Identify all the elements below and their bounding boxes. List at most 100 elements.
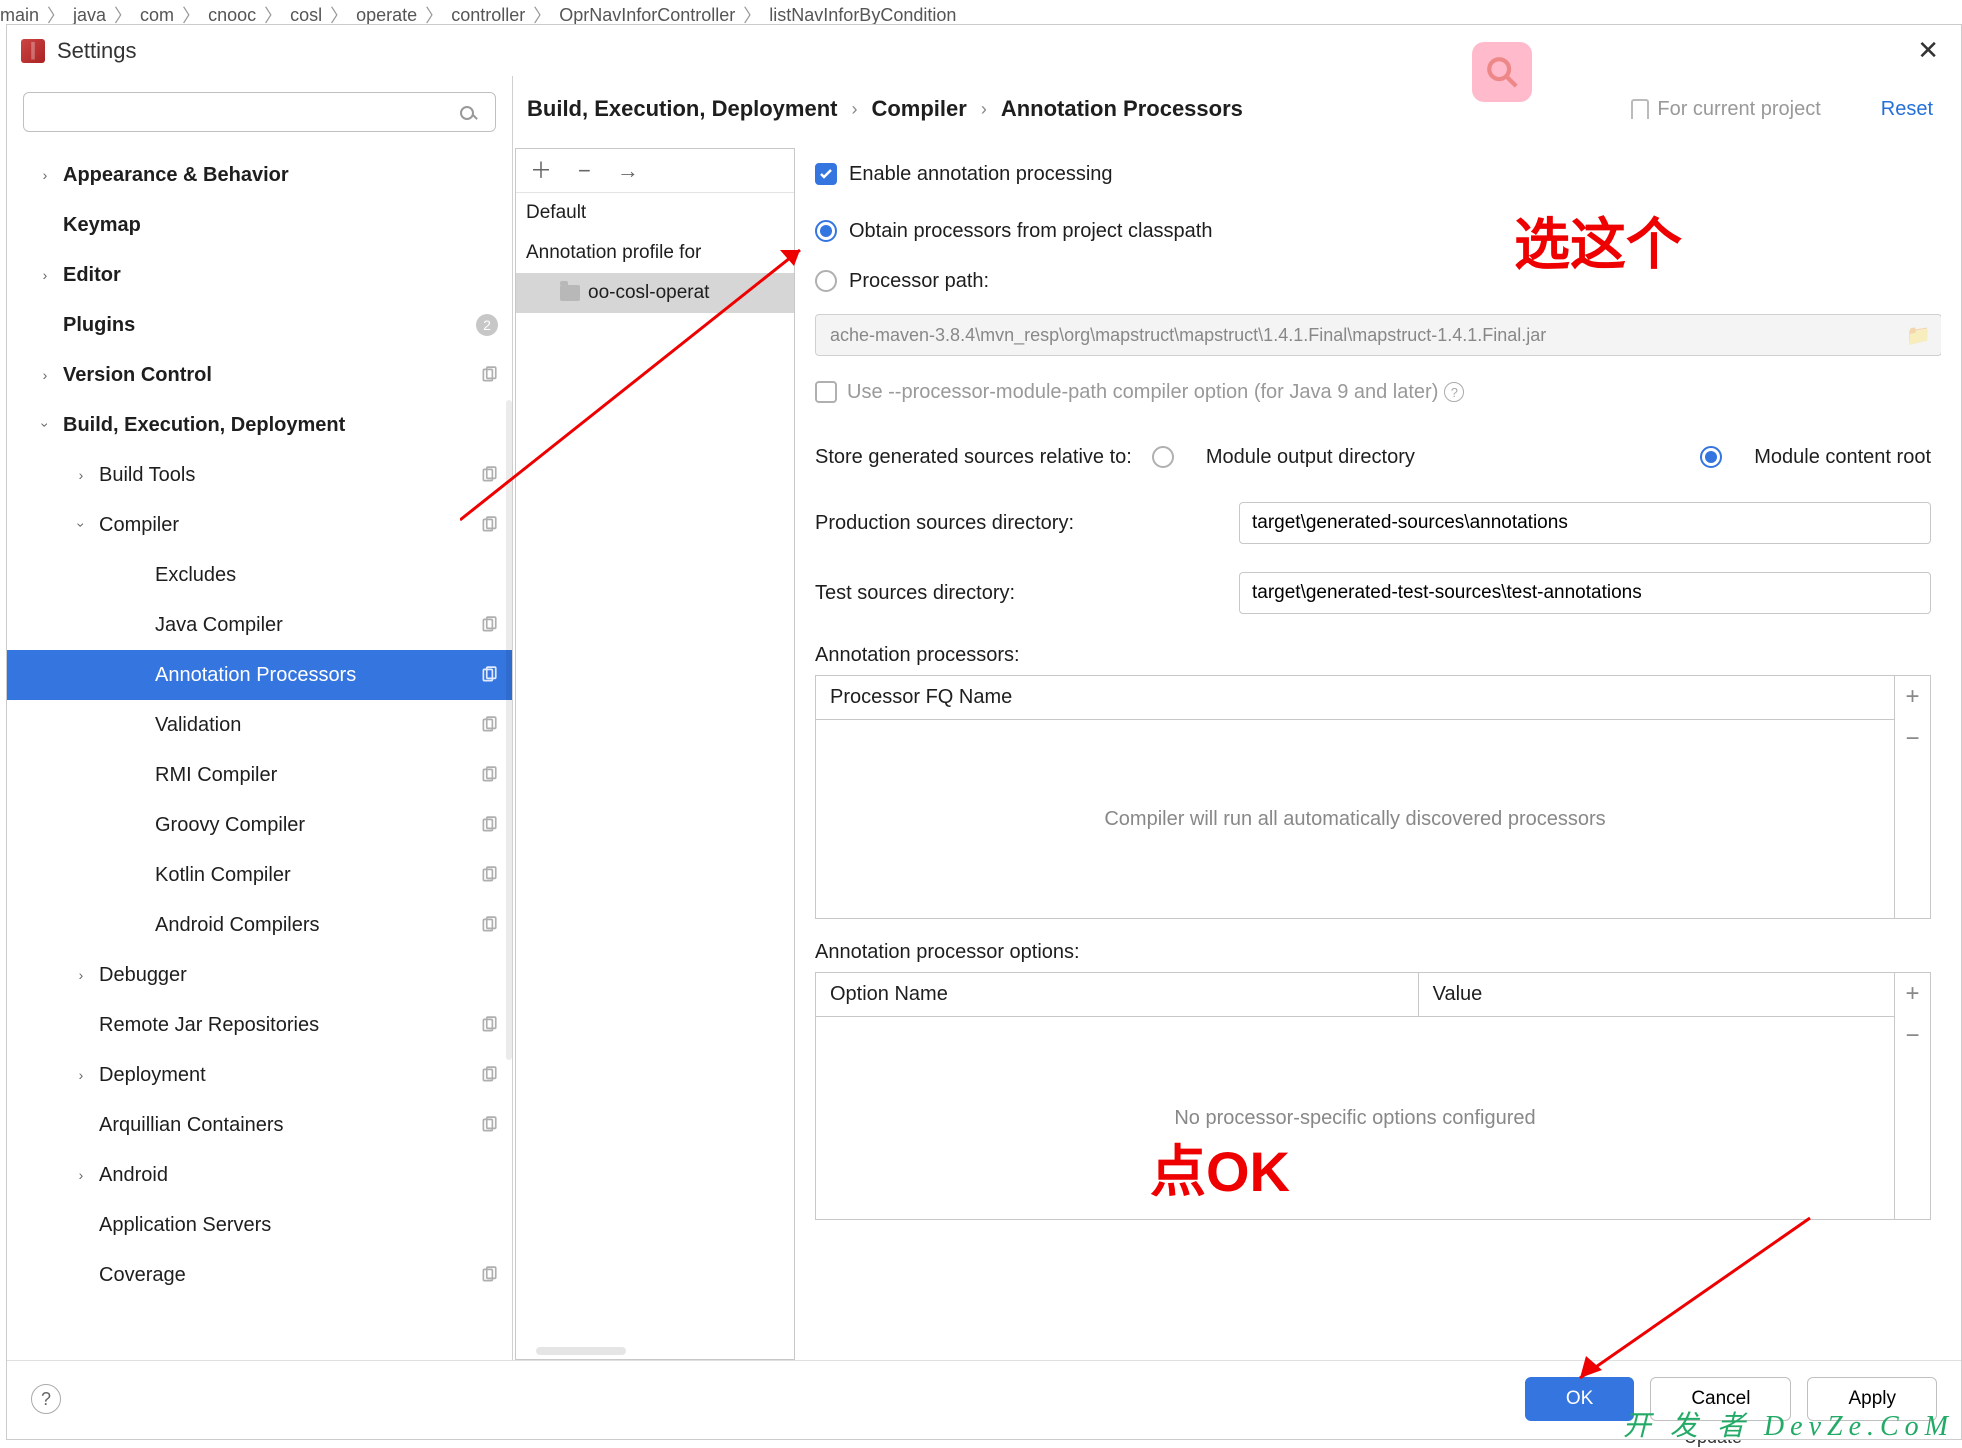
test-dir-label: Test sources directory: [815,582,1239,605]
copy-icon [480,366,498,384]
profile-panel: ＋ − → Default Annotation profile for oo-… [515,148,795,1360]
copy-icon [480,666,498,684]
module-content-label: Module content root [1754,446,1931,469]
option-value-header: Value [1419,973,1894,1016]
settings-content: Enable annotation processing Obtain proc… [795,148,1941,1360]
title-bar: Settings ✕ [7,25,1961,76]
search-input[interactable] [23,92,496,132]
settings-tree[interactable]: ›Appearance & BehaviorKeymap›EditorPlugi… [7,150,512,1360]
help-button[interactable]: ? [31,1384,61,1414]
add-option-button[interactable]: + [1895,973,1930,1015]
intellij-logo-icon [21,39,45,63]
module-path-label: Use --processor-module-path compiler opt… [847,381,1438,404]
move-profile-button[interactable]: → [617,160,639,182]
tree-item-groovy-compiler[interactable]: Groovy Compiler [7,800,512,850]
test-dir-row: Test sources directory: [815,564,1931,622]
tree-item-debugger[interactable]: ›Debugger [7,950,512,1000]
tree-item-remote-jar-repositories[interactable]: Remote Jar Repositories [7,1000,512,1050]
obtain-classpath-label: Obtain processors from project classpath [849,220,1213,243]
breadcrumb-item[interactable]: Compiler [871,96,966,122]
settings-tree-panel: ›Appearance & BehaviorKeymap›EditorPlugi… [7,76,513,1360]
copy-icon [480,616,498,634]
tree-item-java-compiler[interactable]: Java Compiler [7,600,512,650]
add-processor-button[interactable]: + [1895,676,1930,718]
tree-item-version-control[interactable]: ›Version Control [7,350,512,400]
breadcrumb-row: Build, Execution, Deployment›Compiler›An… [513,76,1941,148]
settings-dialog: Settings ✕ ›Appearance & BehaviorKeymap›… [6,24,1962,1440]
copy-icon [480,1066,498,1084]
enable-label: Enable annotation processing [849,163,1113,186]
copy-icon [480,866,498,884]
copy-icon [480,816,498,834]
breadcrumb: Build, Execution, Deployment›Compiler›An… [527,96,1243,122]
tree-item-kotlin-compiler[interactable]: Kotlin Compiler [7,850,512,900]
processor-options-label: Annotation processor options: [815,941,1931,964]
options-table-header: Option Name Value [816,973,1894,1017]
profile-default[interactable]: Default [516,193,794,233]
tree-item-android-compilers[interactable]: Android Compilers [7,900,512,950]
tree-item-coverage[interactable]: Coverage [7,1250,512,1300]
tree-item-android[interactable]: ›Android [7,1150,512,1200]
cancel-button[interactable]: Cancel [1650,1377,1791,1421]
tree-item-compiler[interactable]: ›Compiler [7,500,512,550]
tree-item-deployment[interactable]: ›Deployment [7,1050,512,1100]
store-sources-row: Store generated sources relative to: Mod… [815,432,1931,482]
processor-path-input-row: 📁 [815,310,1931,360]
breadcrumb-item[interactable]: Annotation Processors [1001,96,1243,122]
processor-path-radio-row[interactable]: Processor path: [815,256,1931,306]
for-current-project-label: For current project [1631,98,1820,121]
copy-icon [480,766,498,784]
module-output-label: Module output directory [1206,446,1415,469]
apply-button[interactable]: Apply [1807,1377,1937,1421]
project-icon [1631,99,1649,119]
tree-item-editor[interactable]: ›Editor [7,250,512,300]
profile-list[interactable]: Default Annotation profile for oo-cosl-o… [516,193,794,1359]
obtain-classpath-radio-row[interactable]: Obtain processors from project classpath [815,206,1931,256]
profile-custom[interactable]: Annotation profile for [516,233,794,273]
obtain-classpath-radio[interactable] [815,220,837,242]
tree-item-build-tools[interactable]: ›Build Tools [7,450,512,500]
enable-checkbox[interactable] [815,163,837,185]
dialog-footer: ? OK Cancel Apply [7,1360,1961,1439]
tree-item-plugins[interactable]: Plugins2 [7,300,512,350]
remove-profile-button[interactable]: − [578,160,591,182]
search-box [23,92,496,132]
prod-dir-input[interactable] [1239,502,1931,544]
add-profile-button[interactable]: ＋ [530,160,552,182]
copy-icon [480,466,498,484]
tree-item-keymap[interactable]: Keymap [7,200,512,250]
processor-path-label: Processor path: [849,270,989,293]
annotation-processors-label: Annotation processors: [815,644,1931,667]
tree-item-build-execution-deployment[interactable]: ›Build, Execution, Deployment [7,400,512,450]
reset-link[interactable]: Reset [1881,98,1933,121]
tree-item-annotation-processors[interactable]: Annotation Processors [7,650,512,700]
tree-item-excludes[interactable]: Excludes [7,550,512,600]
module-output-radio[interactable] [1152,446,1174,468]
copy-icon [480,916,498,934]
tree-item-validation[interactable]: Validation [7,700,512,750]
profile-scrollbar[interactable] [536,1347,626,1355]
module-content-radio[interactable] [1700,446,1722,468]
store-label: Store generated sources relative to: [815,446,1132,469]
help-icon[interactable]: ? [1444,382,1464,402]
tree-item-arquillian-containers[interactable]: Arquillian Containers [7,1100,512,1150]
tree-item-rmi-compiler[interactable]: RMI Compiler [7,750,512,800]
enable-annotation-checkbox-row[interactable]: Enable annotation processing [815,152,1931,196]
ok-button[interactable]: OK [1525,1377,1634,1421]
folder-icon [560,285,580,301]
browse-folder-icon: 📁 [1906,323,1931,348]
close-button[interactable]: ✕ [1909,35,1947,66]
remove-option-button[interactable]: − [1895,1015,1930,1057]
tree-item-appearance-behavior[interactable]: ›Appearance & Behavior [7,150,512,200]
prod-dir-row: Production sources directory: [815,494,1931,552]
scrollbar-thumb[interactable] [506,400,512,1060]
remove-processor-button[interactable]: − [1895,718,1930,760]
option-name-header: Option Name [816,973,1419,1016]
processor-path-radio[interactable] [815,270,837,292]
breadcrumb-item[interactable]: Build, Execution, Deployment [527,96,837,122]
processor-path-input [815,314,1941,356]
tree-item-application-servers[interactable]: Application Servers [7,1200,512,1250]
test-dir-input[interactable] [1239,572,1931,614]
copy-icon [480,516,498,534]
profile-module[interactable]: oo-cosl-operat [516,273,794,313]
